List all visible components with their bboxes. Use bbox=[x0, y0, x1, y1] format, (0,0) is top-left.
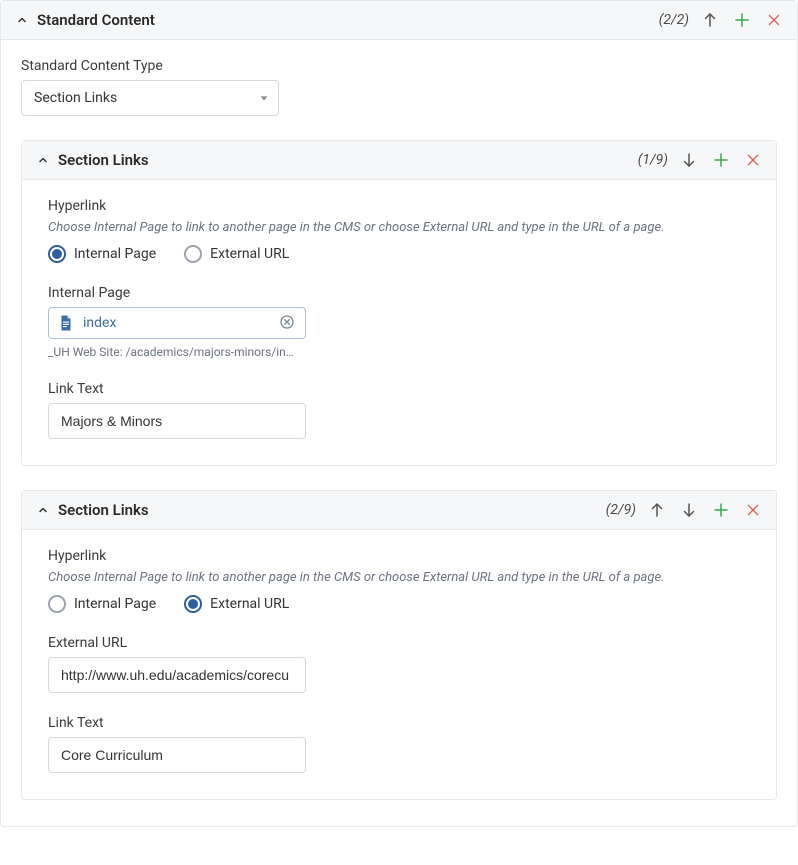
internal-page-picker[interactable]: index bbox=[48, 307, 306, 339]
internal-page-path: _UH Web Site: /academics/majors-minors/i… bbox=[48, 345, 306, 359]
radio-icon bbox=[184, 245, 202, 263]
link-text-label: Link Text bbox=[48, 381, 750, 397]
standard-content-header: Standard Content (2/2) bbox=[1, 1, 797, 40]
chevron-up-icon[interactable] bbox=[36, 153, 50, 167]
panel-actions bbox=[701, 11, 783, 29]
add-icon[interactable] bbox=[712, 151, 730, 169]
move-down-icon[interactable] bbox=[680, 501, 698, 519]
internal-page-value: index bbox=[83, 315, 271, 331]
hyperlink-help: Choose Internal Page to link to another … bbox=[48, 220, 750, 235]
panel-count: (2/2) bbox=[659, 12, 689, 28]
radio-label: External URL bbox=[210, 246, 289, 262]
panel-actions bbox=[648, 501, 762, 519]
add-icon[interactable] bbox=[712, 501, 730, 519]
chevron-up-icon[interactable] bbox=[36, 503, 50, 517]
link-text-label: Link Text bbox=[48, 715, 750, 731]
radio-external-url[interactable]: External URL bbox=[184, 595, 289, 613]
section-links-header: Section Links (1/9) bbox=[22, 141, 776, 180]
panel-count: (1/9) bbox=[638, 152, 668, 168]
radio-internal-page[interactable]: Internal Page bbox=[48, 595, 156, 613]
internal-page-label: Internal Page bbox=[48, 285, 750, 301]
select-value[interactable]: Section Links bbox=[21, 80, 279, 116]
remove-icon[interactable] bbox=[744, 151, 762, 169]
file-icon bbox=[57, 314, 75, 332]
move-down-icon[interactable] bbox=[680, 151, 698, 169]
standard-content-body: Standard Content Type Section Links Sect… bbox=[1, 40, 797, 826]
move-up-icon[interactable] bbox=[701, 11, 719, 29]
hyperlink-radio-group: Internal Page External URL bbox=[48, 595, 750, 613]
chevron-up-icon[interactable] bbox=[15, 13, 29, 27]
panel-count: (2/9) bbox=[606, 502, 636, 518]
hyperlink-label: Hyperlink bbox=[48, 548, 750, 564]
clear-icon[interactable] bbox=[279, 314, 297, 332]
radio-label: Internal Page bbox=[74, 246, 156, 262]
section-links-header: Section Links (2/9) bbox=[22, 491, 776, 530]
panel-title: Section Links bbox=[58, 151, 638, 169]
remove-icon[interactable] bbox=[765, 11, 783, 29]
radio-external-url[interactable]: External URL bbox=[184, 245, 289, 263]
remove-icon[interactable] bbox=[744, 501, 762, 519]
standard-content-type-label: Standard Content Type bbox=[21, 58, 777, 74]
section-links-panel: Section Links (2/9) Hyperlink Choose Int… bbox=[21, 490, 777, 800]
link-text-input[interactable] bbox=[48, 737, 306, 773]
move-up-icon[interactable] bbox=[648, 501, 666, 519]
standard-content-type-select[interactable]: Section Links bbox=[21, 80, 279, 116]
section-links-body: Hyperlink Choose Internal Page to link t… bbox=[22, 180, 776, 465]
radio-internal-page[interactable]: Internal Page bbox=[48, 245, 156, 263]
section-links-panel: Section Links (1/9) Hyperlink Choose Int… bbox=[21, 140, 777, 466]
external-url-input[interactable] bbox=[48, 657, 306, 693]
radio-icon bbox=[48, 245, 66, 263]
panel-actions bbox=[680, 151, 762, 169]
hyperlink-radio-group: Internal Page External URL bbox=[48, 245, 750, 263]
section-links-body: Hyperlink Choose Internal Page to link t… bbox=[22, 530, 776, 799]
add-icon[interactable] bbox=[733, 11, 751, 29]
radio-icon bbox=[184, 595, 202, 613]
radio-label: Internal Page bbox=[74, 596, 156, 612]
radio-icon bbox=[48, 595, 66, 613]
external-url-label: External URL bbox=[48, 635, 750, 651]
standard-content-panel: Standard Content (2/2) Standard Content … bbox=[0, 0, 798, 827]
panel-title: Section Links bbox=[58, 501, 606, 519]
link-text-input[interactable] bbox=[48, 403, 306, 439]
panel-title: Standard Content bbox=[37, 11, 659, 29]
hyperlink-label: Hyperlink bbox=[48, 198, 750, 214]
radio-label: External URL bbox=[210, 596, 289, 612]
hyperlink-help: Choose Internal Page to link to another … bbox=[48, 570, 750, 585]
